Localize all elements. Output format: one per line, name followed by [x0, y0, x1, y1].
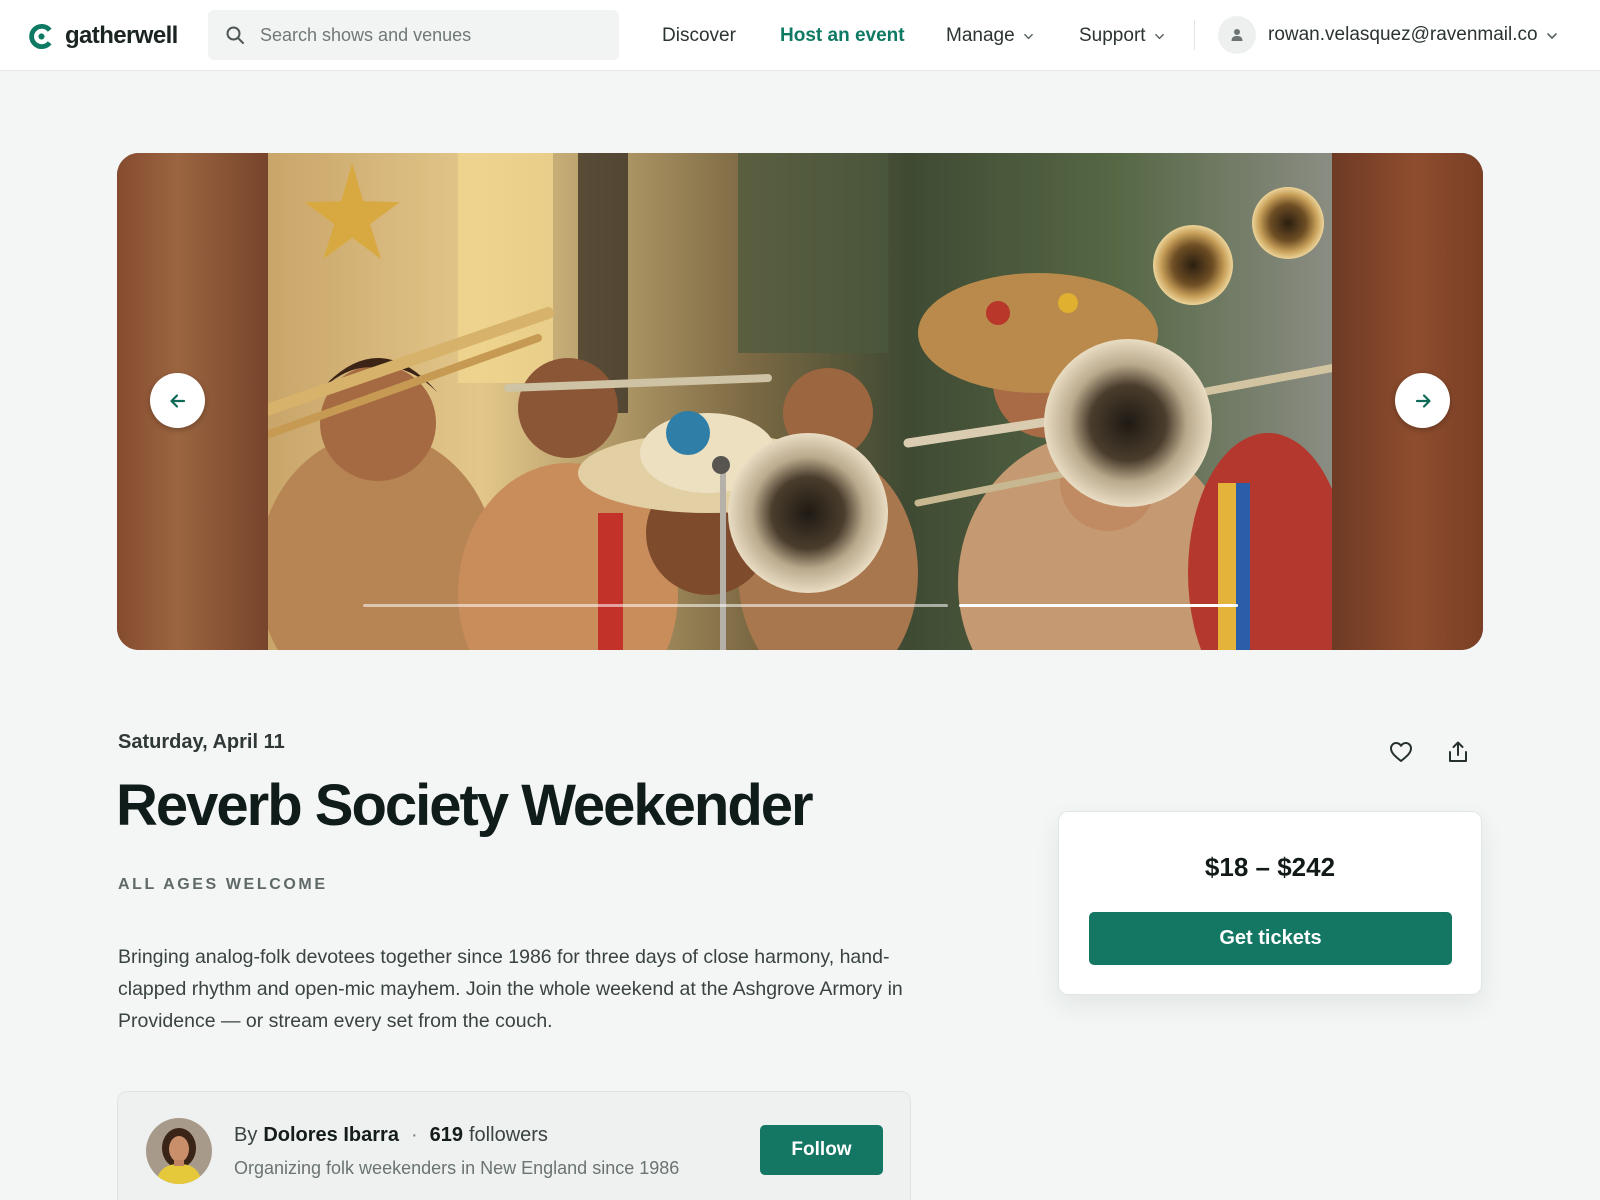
organizer-by-label: By	[234, 1124, 258, 1146]
nav-host-event-label: Host an event	[780, 25, 905, 46]
heart-icon	[1390, 742, 1412, 762]
event-title: Reverb Society Weekender	[116, 773, 814, 838]
organizer-followers-count: 619	[429, 1124, 463, 1146]
organizer-tagline: Organizing folk weekenders in New Englan…	[234, 1158, 680, 1178]
nav-manage-label: Manage	[946, 25, 1015, 46]
chevron-down-icon[interactable]	[1546, 30, 1558, 42]
separator-dot: ·	[410, 1124, 418, 1146]
nav-discover[interactable]: Discover	[662, 23, 736, 49]
share-event-button[interactable]	[1443, 737, 1473, 767]
save-event-button[interactable]	[1386, 737, 1416, 767]
organizer-photo	[146, 1118, 212, 1184]
user-account-menu[interactable]: rowan.velasquez@ravenmail.co	[1268, 24, 1538, 46]
organizer-followers-label: followers	[469, 1124, 548, 1146]
organizer-card: By Dolores Ibarra · 619 followers Organi…	[117, 1091, 911, 1200]
user-icon	[1231, 29, 1243, 41]
nav-manage[interactable]: Manage	[946, 23, 1034, 49]
age-restriction-tag: ALL AGES WELCOME	[118, 876, 328, 893]
brand-name: gatherwell	[65, 22, 178, 49]
nav-discover-label: Discover	[662, 25, 736, 46]
top-navigation-bar: gatherwell Search shows and venues Disco…	[0, 0, 1600, 71]
chevron-down-icon	[1154, 33, 1164, 39]
event-date: Saturday, April 11	[118, 731, 285, 753]
search-icon	[226, 26, 244, 44]
event-image-carousel	[117, 153, 1483, 650]
organizer-avatar[interactable]	[146, 1118, 212, 1184]
event-photo-brass-band	[268, 153, 1332, 650]
search-placeholder: Search shows and venues	[260, 24, 472, 45]
carousel-prev-button[interactable]	[150, 373, 205, 428]
gatherwell-logo-icon	[29, 23, 52, 49]
organizer-name[interactable]: Dolores Ibarra	[263, 1124, 399, 1147]
search-input[interactable]: Search shows and venues	[208, 10, 619, 60]
nav-support-label: Support	[1079, 25, 1146, 46]
event-description: Bringing analog-folk devotees together s…	[118, 946, 903, 1032]
share-icon	[1449, 741, 1467, 762]
follow-organizer-button[interactable]: Follow	[760, 1125, 883, 1175]
chevron-down-icon	[1023, 33, 1033, 39]
arrow-right-icon	[1415, 393, 1431, 408]
get-tickets-button[interactable]: Get tickets	[1089, 912, 1452, 965]
brand-logo[interactable]: gatherwell	[28, 20, 178, 52]
carousel-indicator-slide-2[interactable]	[959, 604, 1238, 607]
ticket-purchase-card: $18 – $242 Get tickets	[1058, 811, 1482, 995]
arrow-left-icon	[169, 393, 185, 408]
user-avatar[interactable]	[1218, 16, 1256, 54]
organizer-info: By Dolores Ibarra · 619 followers	[234, 1124, 548, 1147]
nav-support[interactable]: Support	[1079, 23, 1165, 49]
carousel-next-button[interactable]	[1395, 373, 1450, 428]
nav-divider	[1194, 20, 1195, 50]
nav-host-event[interactable]: Host an event	[780, 23, 905, 49]
carousel-indicator-slide-1[interactable]	[363, 604, 948, 607]
ticket-price-range: $18 – $242	[1204, 852, 1336, 882]
